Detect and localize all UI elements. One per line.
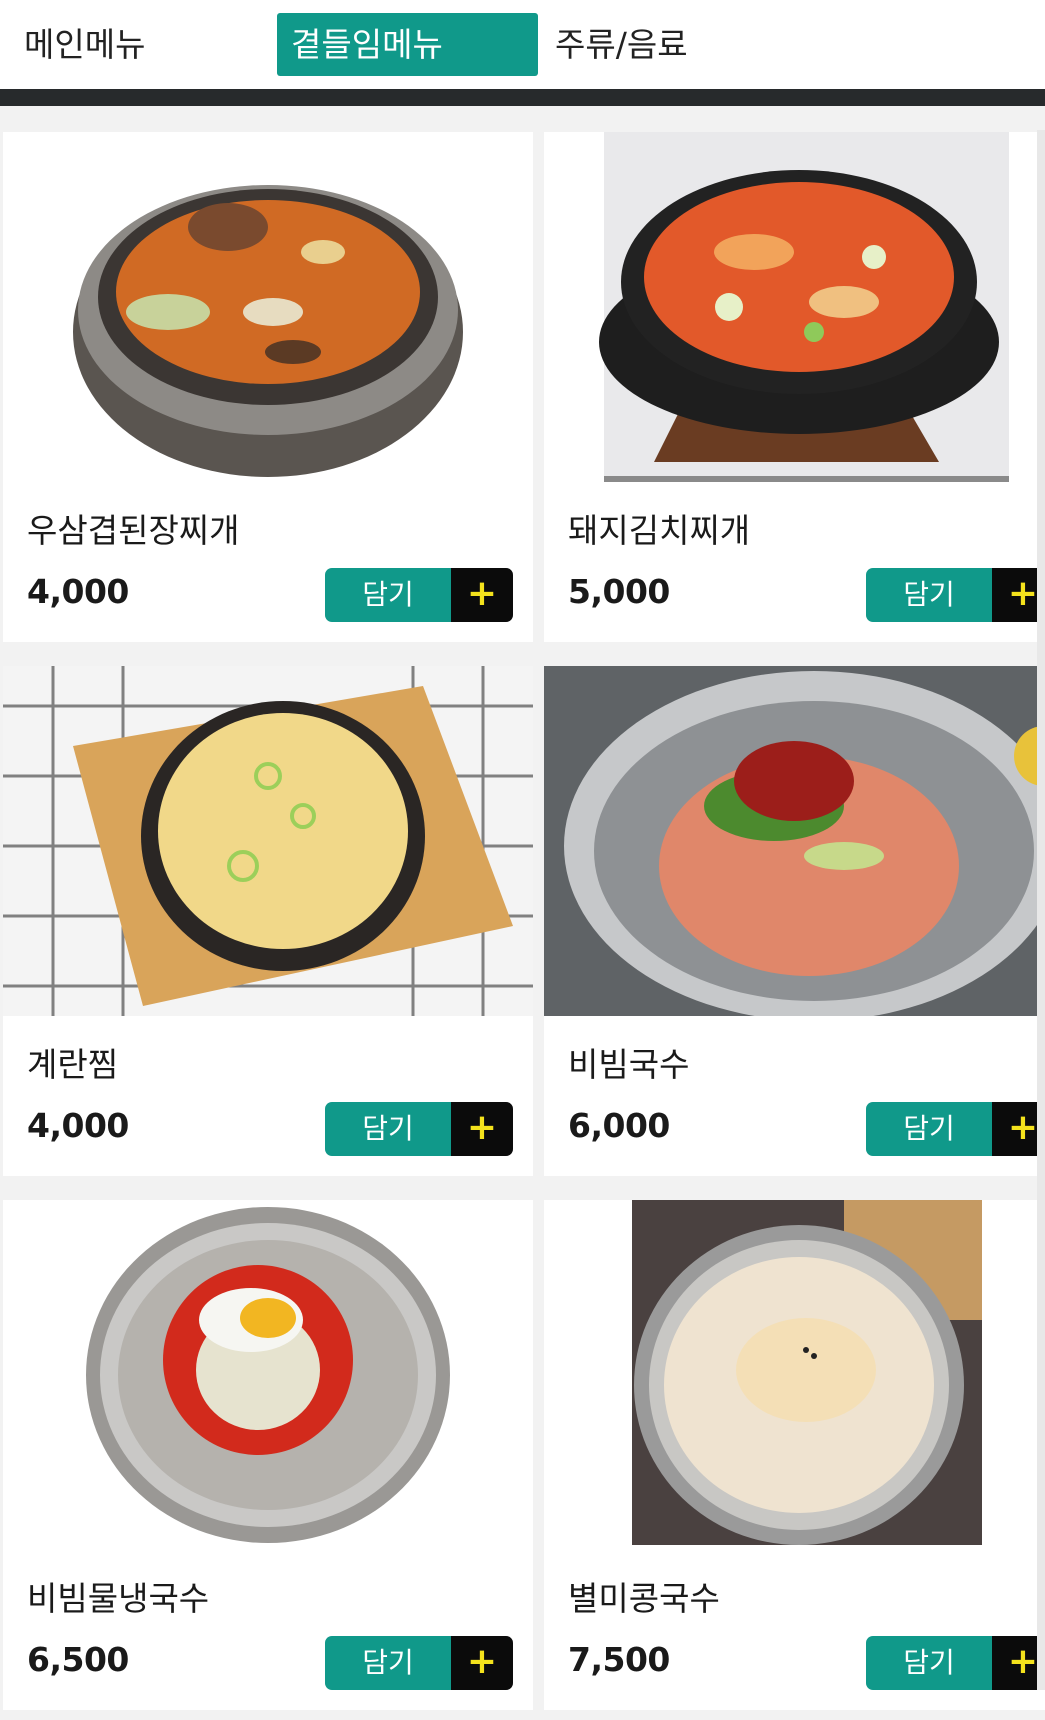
- menu-card-bibim-cold-noodles[interactable]: 비빔물냉국수 6,500 담기 +: [3, 1200, 533, 1710]
- add-button-label: 담기: [325, 568, 451, 622]
- add-button-label: 담기: [325, 1636, 451, 1690]
- menu-card-bibim-noodles[interactable]: 비빔국수 6,000 담기 +: [544, 666, 1045, 1176]
- kimchi-stew-image: [544, 132, 1045, 482]
- add-to-cart-button[interactable]: 담기 +: [866, 1636, 1045, 1690]
- category-tab-bar: 메인메뉴 곁들임메뉴 주류/음료: [0, 0, 1045, 90]
- tab-main-menu[interactable]: 메인메뉴: [24, 13, 145, 76]
- menu-card-doenjang-stew[interactable]: 우삼겹된장찌개 4,000 담기 +: [3, 132, 533, 642]
- plus-icon: +: [451, 568, 513, 622]
- item-price: 4,000: [27, 572, 129, 611]
- tab-divider: [0, 89, 1045, 106]
- add-button-label: 담기: [866, 568, 992, 622]
- bibim-cold-noodles-image: [3, 1200, 533, 1550]
- menu-grid: 우삼겹된장찌개 4,000 담기 + 돼지김치찌개 5,000 담기 + 계란찜…: [0, 106, 1045, 1720]
- item-price: 6,500: [27, 1640, 129, 1679]
- plus-icon: +: [451, 1102, 513, 1156]
- tab-drinks[interactable]: 주류/음료: [555, 13, 688, 76]
- item-name: 돼지김치찌개: [568, 511, 751, 550]
- menu-card-steamed-egg[interactable]: 계란찜 4,000 담기 +: [3, 666, 533, 1176]
- item-name: 별미콩국수: [568, 1579, 720, 1618]
- item-price: 6,000: [568, 1106, 670, 1145]
- tab-side-menu[interactable]: 곁들임메뉴: [277, 13, 538, 76]
- soybean-noodles-image: [544, 1200, 1045, 1550]
- steamed-egg-image: [3, 666, 533, 1016]
- item-name: 비빔물냉국수: [27, 1579, 210, 1618]
- item-price: 5,000: [568, 572, 670, 611]
- doenjang-stew-image: [3, 132, 533, 482]
- plus-icon: +: [451, 1636, 513, 1690]
- item-name: 비빔국수: [568, 1045, 690, 1084]
- item-name: 우삼겹된장찌개: [27, 511, 240, 550]
- add-to-cart-button[interactable]: 담기 +: [325, 1102, 513, 1156]
- add-button-label: 담기: [866, 1636, 992, 1690]
- add-to-cart-button[interactable]: 담기 +: [866, 1102, 1045, 1156]
- item-name: 계란찜: [27, 1045, 119, 1084]
- item-price: 7,500: [568, 1640, 670, 1679]
- add-button-label: 담기: [325, 1102, 451, 1156]
- add-button-label: 담기: [866, 1102, 992, 1156]
- add-to-cart-button[interactable]: 담기 +: [325, 568, 513, 622]
- bibim-noodles-image: [544, 666, 1045, 1016]
- add-to-cart-button[interactable]: 담기 +: [866, 568, 1045, 622]
- scrollbar[interactable]: [1037, 130, 1045, 1690]
- item-price: 4,000: [27, 1106, 129, 1145]
- add-to-cart-button[interactable]: 담기 +: [325, 1636, 513, 1690]
- menu-card-soybean-noodles[interactable]: 별미콩국수 7,500 담기 +: [544, 1200, 1045, 1710]
- menu-card-kimchi-stew[interactable]: 돼지김치찌개 5,000 담기 +: [544, 132, 1045, 642]
